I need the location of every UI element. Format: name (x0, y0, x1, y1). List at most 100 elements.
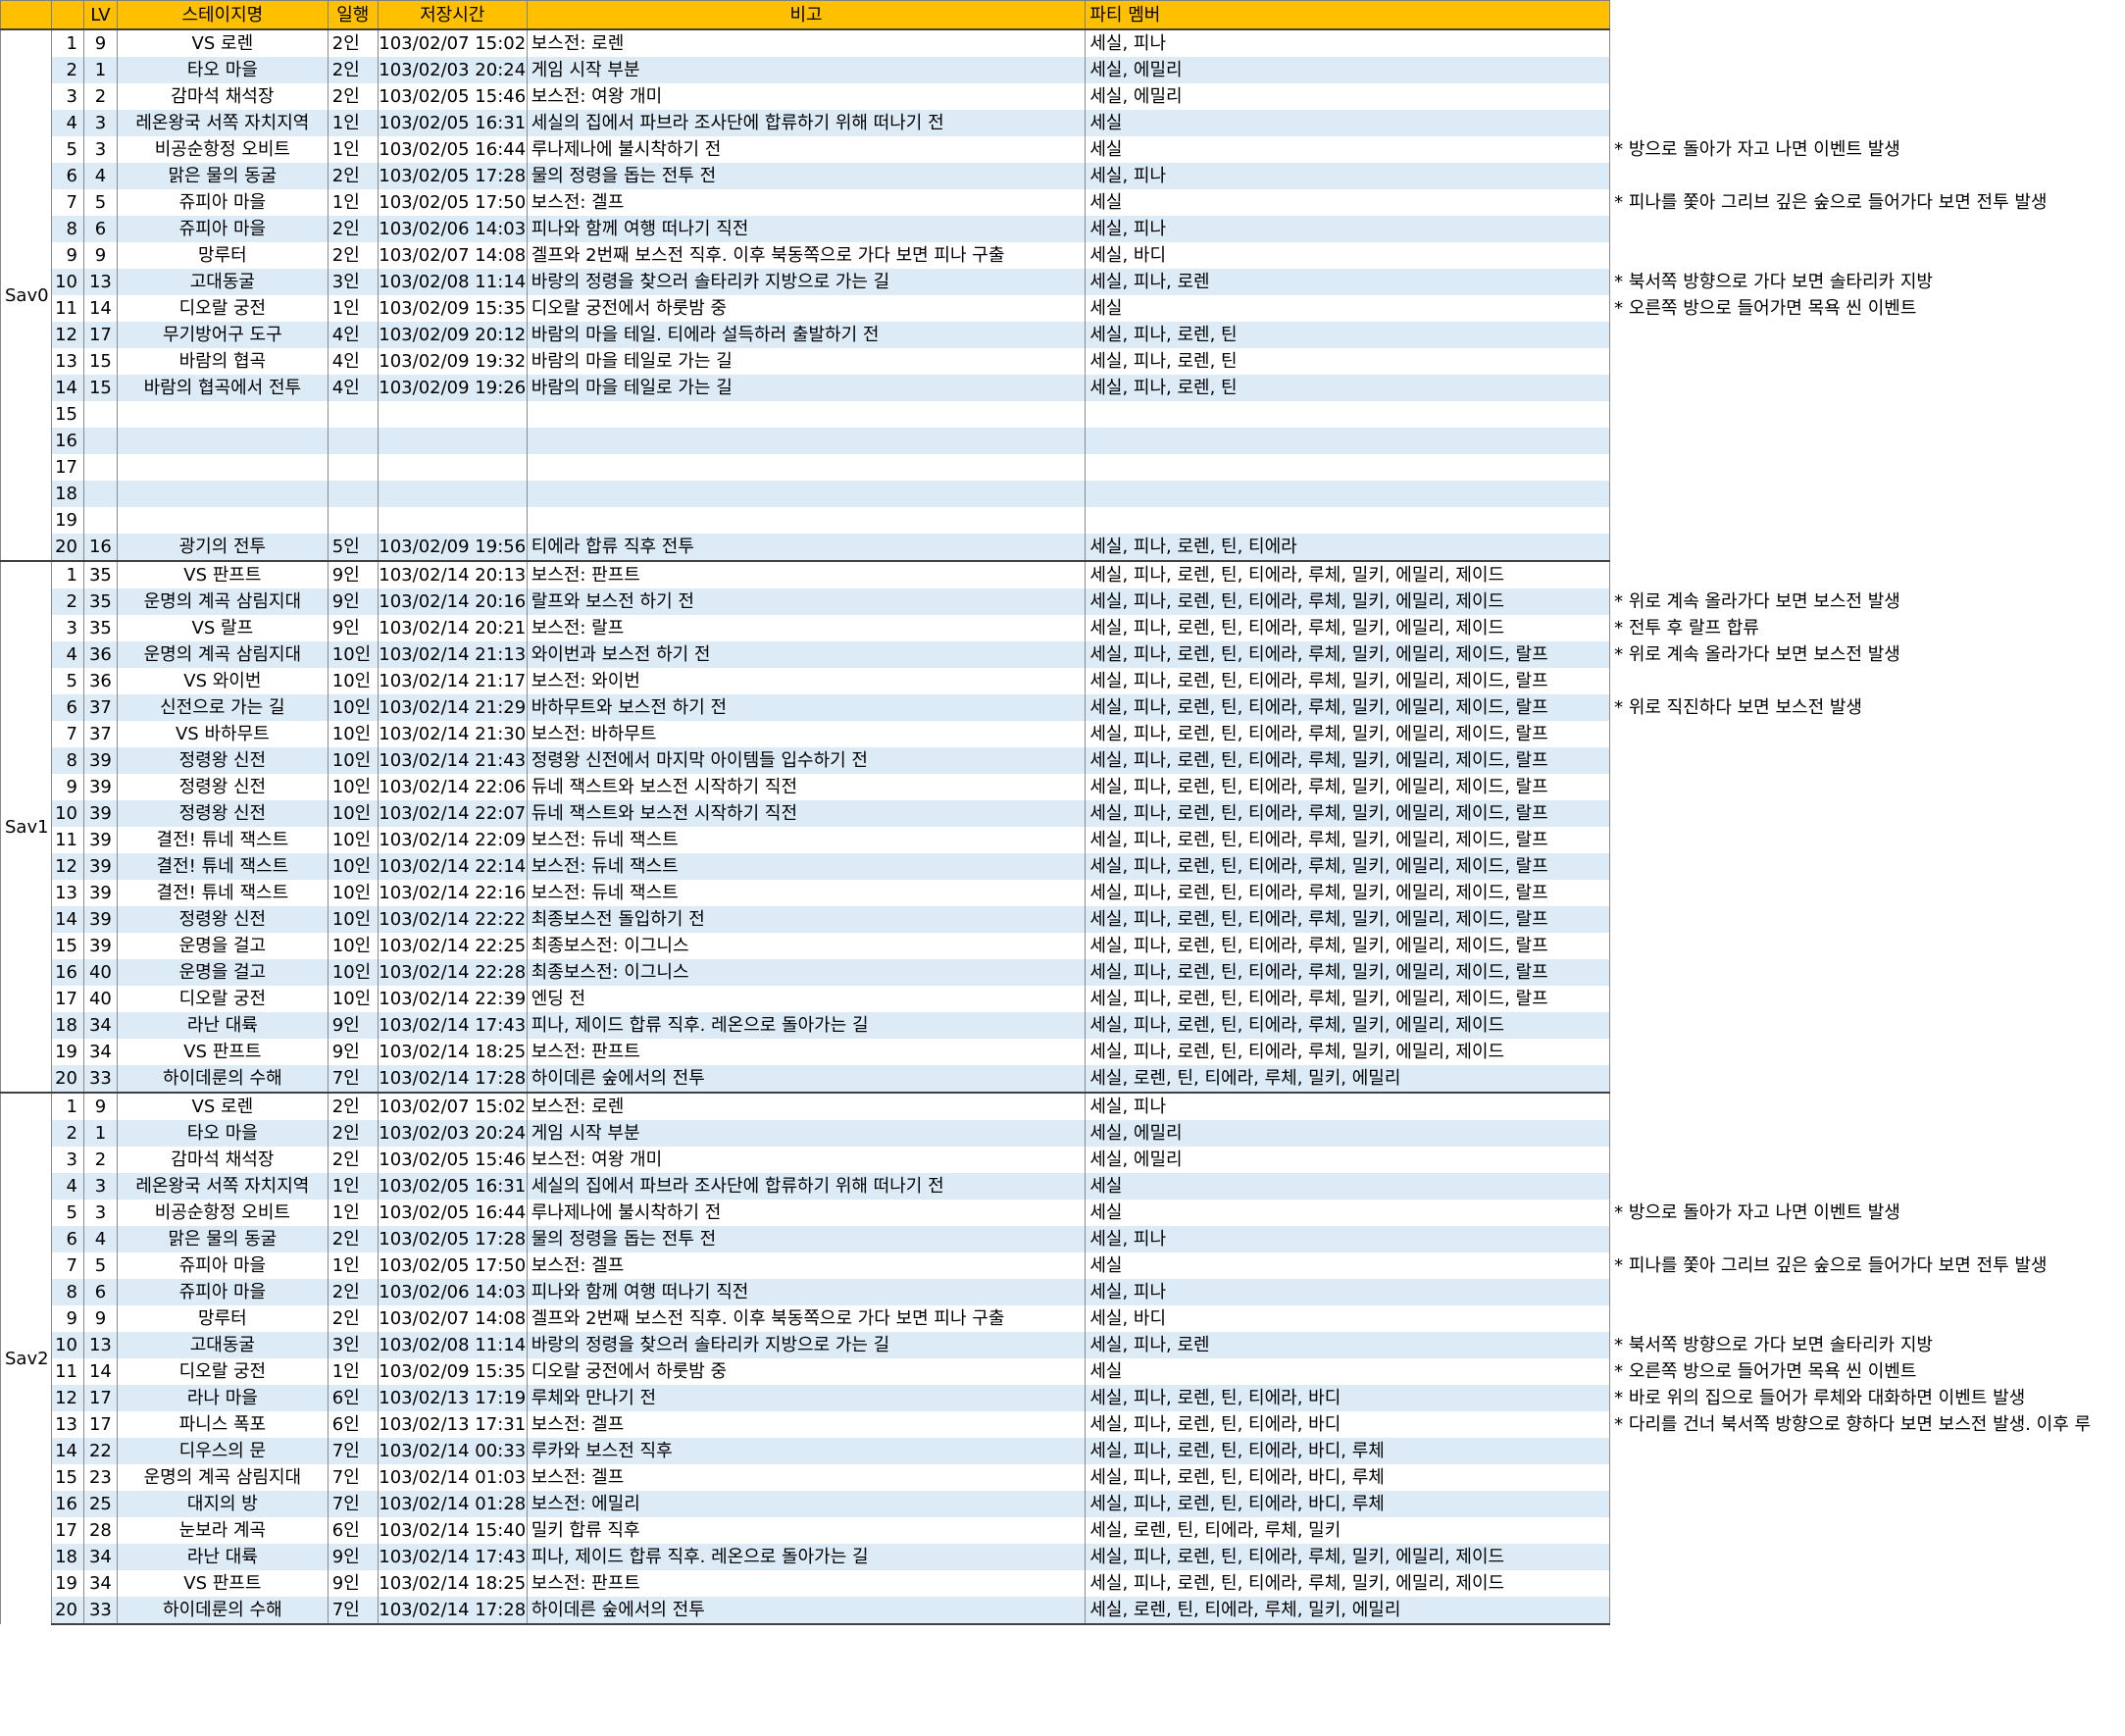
stage-name-cell: 고대동굴 (116, 269, 329, 295)
table-row: 17 40 디오랄 궁전 10인 103/02/14 22:39 엔딩 전 세실, 피나, … (1, 986, 2125, 1012)
header-save-time: 저장시간 (377, 0, 528, 30)
party-count-cell: 1인 (327, 136, 379, 163)
note-cell (1609, 428, 2125, 454)
remark-cell: 겔프와 2번째 보스전 직후. 이후 북동쪽으로 가다 보면 피나 구출 (526, 1305, 1087, 1332)
row-number: 20 (50, 534, 84, 561)
row-number: 9 (50, 242, 84, 269)
note-cell (1609, 375, 2125, 401)
save-time-cell: 103/02/09 15:35 (377, 295, 528, 322)
remark-cell: 게임 시작 부분 (526, 57, 1087, 83)
stage-name-cell: 쥬피아 마을 (116, 216, 329, 242)
table-row: 5 3 비공순항정 오비트 1인 103/02/05 16:44 루나제나에 불시착하기 … (1, 136, 2125, 163)
save-time-cell: 103/02/14 01:03 (377, 1464, 528, 1491)
stage-name-cell: 디오랄 궁전 (116, 1358, 329, 1385)
stage-name-cell: 하이데룬의 수해 (116, 1597, 329, 1625)
party-members-cell: 세실, 에밀리 (1085, 1147, 1611, 1173)
level-cell: 34 (82, 1544, 118, 1570)
level-cell: 37 (82, 694, 118, 721)
remark-cell: 보스전: 겔프 (526, 1252, 1087, 1279)
save-time-cell: 103/02/07 15:02 (377, 1092, 528, 1120)
level-cell: 6 (82, 1279, 118, 1305)
save-time-cell: 103/02/05 16:44 (377, 136, 528, 163)
party-members-cell: 세실, 피나 (1085, 163, 1611, 189)
remark-cell (526, 454, 1087, 481)
stage-name-cell: VS 판프트 (116, 1039, 329, 1065)
party-count-cell (327, 507, 379, 534)
party-count-cell: 7인 (327, 1597, 379, 1625)
note-cell: * 다리를 건너 북서쪽 방향으로 향하다 보면 보스전 발생. 이후 루 (1609, 1411, 2125, 1438)
level-cell: 9 (82, 242, 118, 269)
note-cell: * 방으로 돌아가 자고 나면 이벤트 발생 (1609, 136, 2125, 163)
note-cell (1609, 721, 2125, 747)
table-row: 7 37 VS 바하무트 10인 103/02/14 21:30 보스전: 바하무트 세실,… (1, 721, 2125, 747)
header-note-blank (1609, 0, 2125, 29)
table-row: Sav1 1 35 VS 판프트 9인 103/02/14 20:13 보스전: 판프트 세실… (0, 560, 2125, 1093)
remark-cell: 보스전: 듀네 잭스트 (526, 853, 1087, 880)
remark-cell (526, 507, 1087, 534)
save-time-cell: 103/02/14 22:28 (377, 959, 528, 986)
row-number: 17 (50, 454, 84, 481)
table-row: 2 1 타오 마을 2인 103/02/03 20:24 게임 시작 부분 세실, 에밀리 (1, 57, 2125, 83)
save-time-cell: 103/02/14 22:39 (377, 986, 528, 1012)
stage-name-cell: 결전! 튜네 잭스트 (116, 827, 329, 853)
level-cell: 34 (82, 1039, 118, 1065)
save-time-cell: 103/02/08 11:14 (377, 1332, 528, 1358)
party-members-cell: 세실, 피나, 로렌, 틴, 티에라, 루체, 밀키, 에밀리, 제이드, 랄프 (1085, 641, 1611, 668)
save-time-cell: 103/02/14 22:09 (377, 827, 528, 853)
party-members-cell: 세실, 피나, 로렌, 틴, 티에라, 바디 (1085, 1385, 1611, 1411)
level-cell: 3 (82, 1173, 118, 1200)
party-members-cell: 세실, 로렌, 틴, 티에라, 루체, 밀키, 에밀리 (1085, 1597, 1611, 1625)
row-number: 9 (50, 1305, 84, 1332)
party-count-cell: 2인 (327, 242, 379, 269)
stage-name-cell: 감마석 채석장 (116, 83, 329, 110)
note-cell (1609, 110, 2125, 136)
party-members-cell: 세실, 바디 (1085, 1305, 1611, 1332)
party-count-cell: 10인 (327, 668, 379, 694)
level-cell: 39 (82, 827, 118, 853)
table-row: 12 39 결전! 튜네 잭스트 10인 103/02/14 22:14 보스전: 듀네 … (1, 853, 2125, 880)
level-cell: 35 (82, 588, 118, 615)
level-cell: 6 (82, 216, 118, 242)
table-row: 14 39 정령왕 신전 10인 103/02/14 22:22 최종보스전 돌입하기 전… (1, 906, 2125, 933)
table-row: 20 33 하이데룬의 수해 7인 103/02/14 17:28 하이데른 숲에서의 전… (1, 1065, 2125, 1093)
party-members-cell: 세실, 피나, 로렌, 틴, 티에라, 루체, 밀키, 에밀리, 제이드, 랄프 (1085, 880, 1611, 906)
row-number: 13 (50, 1411, 84, 1438)
party-members-cell: 세실, 바디 (1085, 242, 1611, 269)
note-cell (1609, 1597, 2125, 1624)
note-cell (1609, 534, 2125, 561)
save-time-cell: 103/02/14 17:43 (377, 1544, 528, 1570)
level-cell (82, 507, 118, 534)
save-time-cell: 103/02/13 17:31 (377, 1411, 528, 1438)
party-count-cell: 10인 (327, 694, 379, 721)
stage-name-cell: VS 판프트 (116, 1570, 329, 1597)
stage-name-cell: 쥬피아 마을 (116, 1252, 329, 1279)
stage-name-cell: 레온왕국 서쪽 자치지역 (116, 110, 329, 136)
level-cell: 39 (82, 747, 118, 774)
level-cell: 40 (82, 986, 118, 1012)
table-row: Sav0 1 9 VS 로렌 2인 103/02/07 15:02 보스전: 로렌 세실, 피… (0, 28, 2125, 561)
save-time-cell: 103/02/14 18:25 (377, 1039, 528, 1065)
level-cell: 14 (82, 1358, 118, 1385)
table-row: 2 1 타오 마을 2인 103/02/03 20:24 게임 시작 부분 세실, 에밀리 (1, 1120, 2125, 1147)
save-time-cell: 103/02/14 20:13 (377, 560, 528, 588)
row-number: 4 (50, 1173, 84, 1200)
row-number: 2 (50, 57, 84, 83)
note-cell (1609, 747, 2125, 774)
header-lv: LV (82, 0, 118, 30)
party-members-cell: 세실, 피나, 로렌, 틴, 티에라, 루체, 밀키, 에밀리, 제이드, 랄프 (1085, 827, 1611, 853)
level-cell: 14 (82, 295, 118, 322)
stage-name-cell: 비공순항정 오비트 (116, 136, 329, 163)
party-count-cell: 2인 (327, 1120, 379, 1147)
party-count-cell: 3인 (327, 1332, 379, 1358)
stage-name-cell: 운명을 걸고 (116, 959, 329, 986)
stage-name-cell: 맑은 물의 동굴 (116, 1226, 329, 1252)
party-count-cell: 2인 (327, 28, 379, 57)
save-list-sheet: LV 스테이지명 일행 저장시간 비고 파티 멤버 Sav0 1 9 VS 로렌 2인 1… (0, 0, 2125, 1625)
row-number: 14 (50, 906, 84, 933)
remark-cell: 보스전: 로렌 (526, 1092, 1087, 1120)
save-time-cell (377, 481, 528, 507)
party-members-cell: 세실, 피나, 로렌, 틴, 티에라 (1085, 534, 1611, 561)
party-members-cell: 세실, 피나, 로렌, 틴, 티에라, 루체, 밀키, 에밀리, 제이드, 랄프 (1085, 933, 1611, 959)
save-time-cell: 103/02/05 17:28 (377, 163, 528, 189)
note-cell (1609, 668, 2125, 694)
